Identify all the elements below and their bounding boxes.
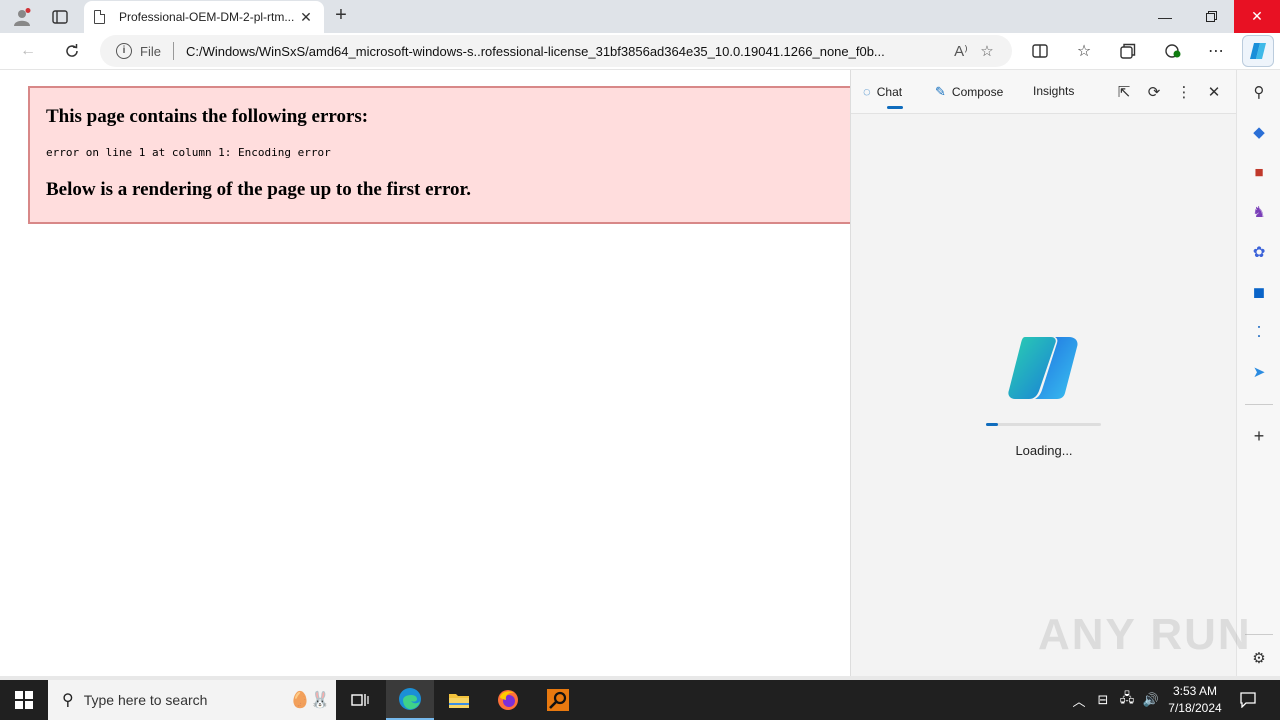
firefox-icon[interactable] (484, 680, 532, 720)
taskbar-search-box[interactable]: ⚲ Type here to search 🥚🐰 (48, 680, 336, 720)
anyrun-tool-icon[interactable] (534, 680, 582, 720)
favorites-icon[interactable]: ☆ (1070, 39, 1098, 63)
error-message: error on line 1 at column 1: Encoding er… (46, 146, 331, 159)
address-bar[interactable]: i File C:/Windows/WinSxS/amd64_microsoft… (100, 35, 1012, 67)
info-icon[interactable]: i (116, 43, 132, 59)
loading-progress-bar (986, 423, 1101, 426)
tab-chat[interactable]: ◌ Chat (863, 84, 904, 109)
tab-insights[interactable]: Insights (1033, 84, 1074, 98)
refresh-icon[interactable] (58, 39, 86, 63)
refresh-icon[interactable]: ⟳ (1143, 81, 1165, 103)
split-screen-icon[interactable] (1026, 39, 1054, 63)
clock-date: 7/18/2024 (1168, 701, 1222, 715)
extensions-icon[interactable] (1158, 39, 1186, 63)
taskbar: ⚲ Type here to search 🥚🐰 ︿ ⊟ 🖧 🔊 3:53 AM… (0, 680, 1280, 720)
tab-compose-label: Compose (951, 85, 1004, 99)
collections-icon[interactable] (1114, 39, 1142, 63)
document-icon (94, 10, 105, 24)
volume-icon[interactable]: 🔊 (1140, 680, 1162, 720)
microsoft365-icon[interactable]: ✿ (1248, 241, 1270, 263)
restore-button[interactable] (1188, 0, 1234, 33)
edge-taskbar-icon[interactable] (386, 680, 434, 720)
sidepane-header: ◌ Chat ✎ Compose Insights ⇱ ⟳ ⋮ ✕ (851, 70, 1237, 114)
render-note: Below is a rendering of the page up to t… (46, 179, 471, 200)
favorite-star-icon[interactable]: ☆ (974, 42, 1000, 60)
tools-icon[interactable]: ■ (1248, 161, 1270, 183)
url-text[interactable]: C:/Windows/WinSxS/amd64_microsoft-window… (186, 44, 948, 59)
loading-text: Loading... (1015, 443, 1073, 458)
add-icon[interactable]: + (1248, 425, 1270, 447)
send-icon[interactable]: ➤ (1248, 361, 1270, 383)
network-icon[interactable]: 🖧 (1116, 680, 1138, 720)
drop-icon[interactable]: ⁚ (1248, 321, 1270, 343)
copilot-logo-icon (1007, 335, 1081, 401)
sidebar-divider (1245, 404, 1273, 405)
new-tab-button[interactable]: + (330, 4, 352, 28)
copilot-sidepane: ◌ Chat ✎ Compose Insights ⇱ ⟳ ⋮ ✕ Loadin… (850, 70, 1237, 676)
address-separator (172, 42, 174, 60)
show-hidden-icons[interactable]: ︿ (1068, 680, 1090, 720)
tab-title: Professional-OEM-DM-2-pl-rtm... (119, 10, 295, 24)
error-heading: This page contains the following errors: (46, 106, 369, 127)
close-pane-icon[interactable]: ✕ (1203, 81, 1225, 103)
minimize-button[interactable]: — (1142, 0, 1188, 33)
outlook-icon[interactable]: ◼ (1248, 281, 1270, 303)
search-placeholder: Type here to search (83, 692, 208, 708)
tab-chat-label: Chat (876, 84, 903, 99)
copilot-button[interactable] (1242, 35, 1274, 67)
more-options-icon[interactable]: ⋮ (1173, 81, 1195, 103)
watermark: ANY RUN (1038, 610, 1252, 659)
read-aloud-icon[interactable]: A⁾ (948, 42, 974, 60)
tab-compose[interactable]: ✎ Compose (935, 84, 1003, 100)
windows-start-icon[interactable] (0, 680, 48, 720)
close-window-button[interactable]: ✕ (1234, 0, 1280, 33)
chat-icon: ◌ (863, 84, 871, 99)
search-icon: ⚲ (62, 692, 74, 709)
device-icon[interactable]: ⊟ (1092, 680, 1114, 720)
games-icon[interactable]: ♞ (1248, 201, 1270, 223)
more-menu-icon[interactable]: ⋯ (1202, 39, 1230, 63)
notifications-icon[interactable] (1236, 680, 1260, 720)
close-tab-icon[interactable]: ✕ (298, 9, 314, 26)
tab-active[interactable]: Professional-OEM-DM-2-pl-rtm... ✕ (84, 1, 324, 33)
tab-actions-icon[interactable] (47, 5, 73, 29)
progress-fill (986, 423, 998, 426)
back-icon[interactable]: ← (14, 39, 42, 63)
navigation-toolbar: ← i File C:/Windows/WinSxS/amd64_microso… (0, 33, 1280, 70)
system-clock[interactable]: 3:53 AM 7/18/2024 (1160, 683, 1230, 717)
easter-eggs-icon: 🥚🐰 (290, 692, 330, 709)
page-content: This page contains the following errors:… (5, 70, 888, 676)
clock-time: 3:53 AM (1172, 684, 1218, 698)
search-icon[interactable]: ⚲ (1248, 81, 1270, 103)
scheme-label: File (140, 43, 161, 59)
profile-icon[interactable] (9, 5, 35, 29)
edge-sidebar: ⚲ ◆ ■ ♞ ✿ ◼ ⁚ ➤ + ⚙ (1236, 70, 1280, 676)
task-view-icon[interactable] (336, 680, 384, 720)
shopping-tag-icon[interactable]: ◆ (1248, 121, 1270, 143)
compose-icon: ✎ (935, 84, 946, 99)
xml-error-box: This page contains the following errors:… (28, 86, 888, 224)
tab-strip: Professional-OEM-DM-2-pl-rtm... ✕ + — ✕ (0, 0, 1280, 33)
file-explorer-icon[interactable] (435, 680, 483, 720)
open-in-new-icon[interactable]: ⇱ (1113, 81, 1135, 103)
tab-insights-label: Insights (1033, 84, 1075, 98)
